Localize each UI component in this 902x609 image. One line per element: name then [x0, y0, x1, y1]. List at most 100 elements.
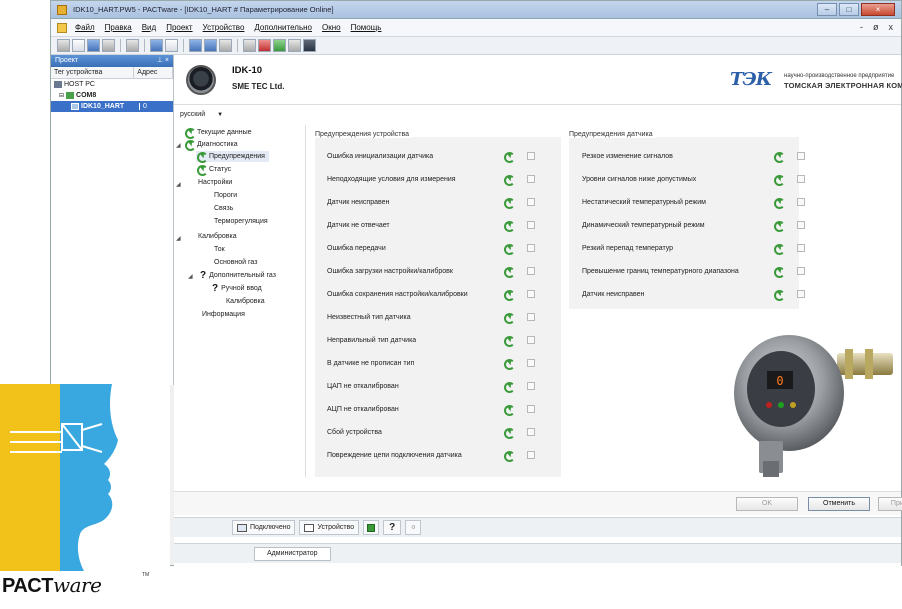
nav-thermoregulation[interactable]: Терморегуляция: [214, 218, 268, 225]
warning-checkbox[interactable]: [527, 313, 535, 321]
connect-icon[interactable]: [150, 39, 163, 52]
maximize-button[interactable]: □: [839, 3, 859, 16]
warning-checkbox[interactable]: [527, 405, 535, 413]
warning-checkbox[interactable]: [527, 336, 535, 344]
expand-icon[interactable]: ◢: [176, 235, 181, 242]
warning-checkbox[interactable]: [527, 244, 535, 252]
nav-current-data[interactable]: Текущие данные: [184, 127, 252, 139]
upload-icon[interactable]: [189, 39, 202, 52]
nav-gas-calibration[interactable]: Калибровка: [226, 298, 265, 305]
warning-checkbox[interactable]: [527, 290, 535, 298]
nav-diagnostics[interactable]: Диагностика: [184, 139, 238, 151]
save-icon[interactable]: [87, 39, 100, 52]
nav-warnings[interactable]: Предупреждения: [196, 151, 269, 163]
ok-button[interactable]: OK: [736, 497, 798, 511]
expand-icon[interactable]: ◢: [176, 142, 181, 149]
parameter-icon[interactable]: [219, 39, 232, 52]
column-address[interactable]: Адрес: [134, 67, 173, 78]
simulation-icon[interactable]: [273, 39, 286, 52]
refresh-icon[interactable]: [773, 174, 785, 186]
warning-checkbox[interactable]: [797, 290, 805, 298]
expand-icon[interactable]: ◢: [176, 181, 181, 188]
settings-icon[interactable]: [288, 39, 301, 52]
warning-checkbox[interactable]: [797, 198, 805, 206]
nav-status[interactable]: Статус: [196, 164, 231, 176]
warning-checkbox[interactable]: [797, 175, 805, 183]
warning-checkbox[interactable]: [527, 198, 535, 206]
refresh-icon[interactable]: [503, 197, 515, 209]
new-icon[interactable]: [57, 39, 70, 52]
menu-file[interactable]: Файл: [75, 23, 95, 32]
warning-checkbox[interactable]: [797, 221, 805, 229]
refresh-icon[interactable]: [773, 266, 785, 278]
warning-checkbox[interactable]: [527, 359, 535, 367]
diagnosis-icon[interactable]: [258, 39, 271, 52]
connection-status[interactable]: Подключено: [232, 520, 296, 535]
warning-checkbox[interactable]: [527, 267, 535, 275]
refresh-icon[interactable]: [773, 243, 785, 255]
minimize-button[interactable]: –: [817, 3, 837, 16]
close-button[interactable]: ×: [861, 3, 895, 16]
disconnect-icon[interactable]: [165, 39, 178, 52]
warning-checkbox[interactable]: [797, 152, 805, 160]
tree-idk10-hart[interactable]: IDK10_HART 0: [51, 101, 173, 112]
tree-com8[interactable]: ⊟ COM8: [51, 90, 173, 101]
nav-current[interactable]: Ток: [214, 246, 225, 253]
refresh-icon[interactable]: [773, 197, 785, 209]
warning-checkbox[interactable]: [527, 428, 535, 436]
catalog-icon[interactable]: [126, 39, 139, 52]
collapse-icon[interactable]: ⊟: [59, 92, 64, 99]
nav-main-gas[interactable]: Основной газ: [214, 259, 257, 266]
user-role[interactable]: Администратор: [254, 547, 331, 561]
nav-additional-gas[interactable]: ? Дополнительный газ: [200, 270, 276, 281]
column-device-tag[interactable]: Тег устройства: [51, 67, 135, 78]
menu-project[interactable]: Проект: [166, 23, 192, 32]
warning-checkbox[interactable]: [527, 382, 535, 390]
tree-host-pc[interactable]: HOST PC: [51, 79, 173, 90]
print-icon[interactable]: [102, 39, 115, 52]
menu-help[interactable]: Помощь: [351, 23, 382, 32]
refresh-icon[interactable]: [503, 427, 515, 439]
refresh-icon[interactable]: [773, 151, 785, 163]
refresh-icon[interactable]: [503, 312, 515, 324]
menu-window[interactable]: Окно: [322, 23, 341, 32]
device-status[interactable]: Устройство: [299, 520, 360, 535]
refresh-icon[interactable]: [503, 151, 515, 163]
nav-thresholds[interactable]: Пороги: [214, 192, 237, 199]
refresh-icon[interactable]: [503, 450, 515, 462]
refresh-icon[interactable]: [503, 220, 515, 232]
nav-settings[interactable]: Настройки: [198, 179, 232, 186]
expand-icon[interactable]: ◢: [188, 273, 193, 280]
warning-checkbox[interactable]: [797, 267, 805, 275]
menu-edit[interactable]: Правка: [105, 23, 132, 32]
measure-icon[interactable]: [243, 39, 256, 52]
mdi-restore-button[interactable]: ø: [873, 22, 879, 32]
menu-device[interactable]: Устройство: [203, 23, 245, 32]
refresh-icon[interactable]: [773, 289, 785, 301]
refresh-icon[interactable]: [503, 174, 515, 186]
menu-extras[interactable]: Дополнительно: [254, 23, 312, 32]
language-select[interactable]: русский ▼: [180, 111, 223, 118]
download-icon[interactable]: [204, 39, 217, 52]
warning-checkbox[interactable]: [527, 451, 535, 459]
pin-icon[interactable]: ⊥ ×: [157, 56, 169, 64]
nav-information[interactable]: Информация: [202, 311, 245, 318]
mdi-minimize-button[interactable]: -: [860, 22, 863, 32]
refresh-icon[interactable]: [503, 289, 515, 301]
nav-calibration[interactable]: Калибровка: [198, 233, 237, 240]
nav-manual-input[interactable]: ? Ручной ввод: [212, 283, 262, 294]
warning-checkbox[interactable]: [527, 221, 535, 229]
refresh-icon[interactable]: [503, 243, 515, 255]
nav-communication[interactable]: Связь: [214, 205, 233, 212]
refresh-icon[interactable]: [773, 220, 785, 232]
mdi-close-button[interactable]: x: [889, 22, 894, 32]
refresh-icon[interactable]: [503, 335, 515, 347]
cancel-button[interactable]: Отменить: [808, 497, 870, 511]
refresh-icon[interactable]: [503, 404, 515, 416]
refresh-icon[interactable]: [503, 381, 515, 393]
warning-checkbox[interactable]: [527, 175, 535, 183]
warning-checkbox[interactable]: [527, 152, 535, 160]
calculator-icon[interactable]: [303, 39, 316, 52]
refresh-icon[interactable]: [503, 266, 515, 278]
apply-button[interactable]: Применить: [878, 497, 902, 511]
